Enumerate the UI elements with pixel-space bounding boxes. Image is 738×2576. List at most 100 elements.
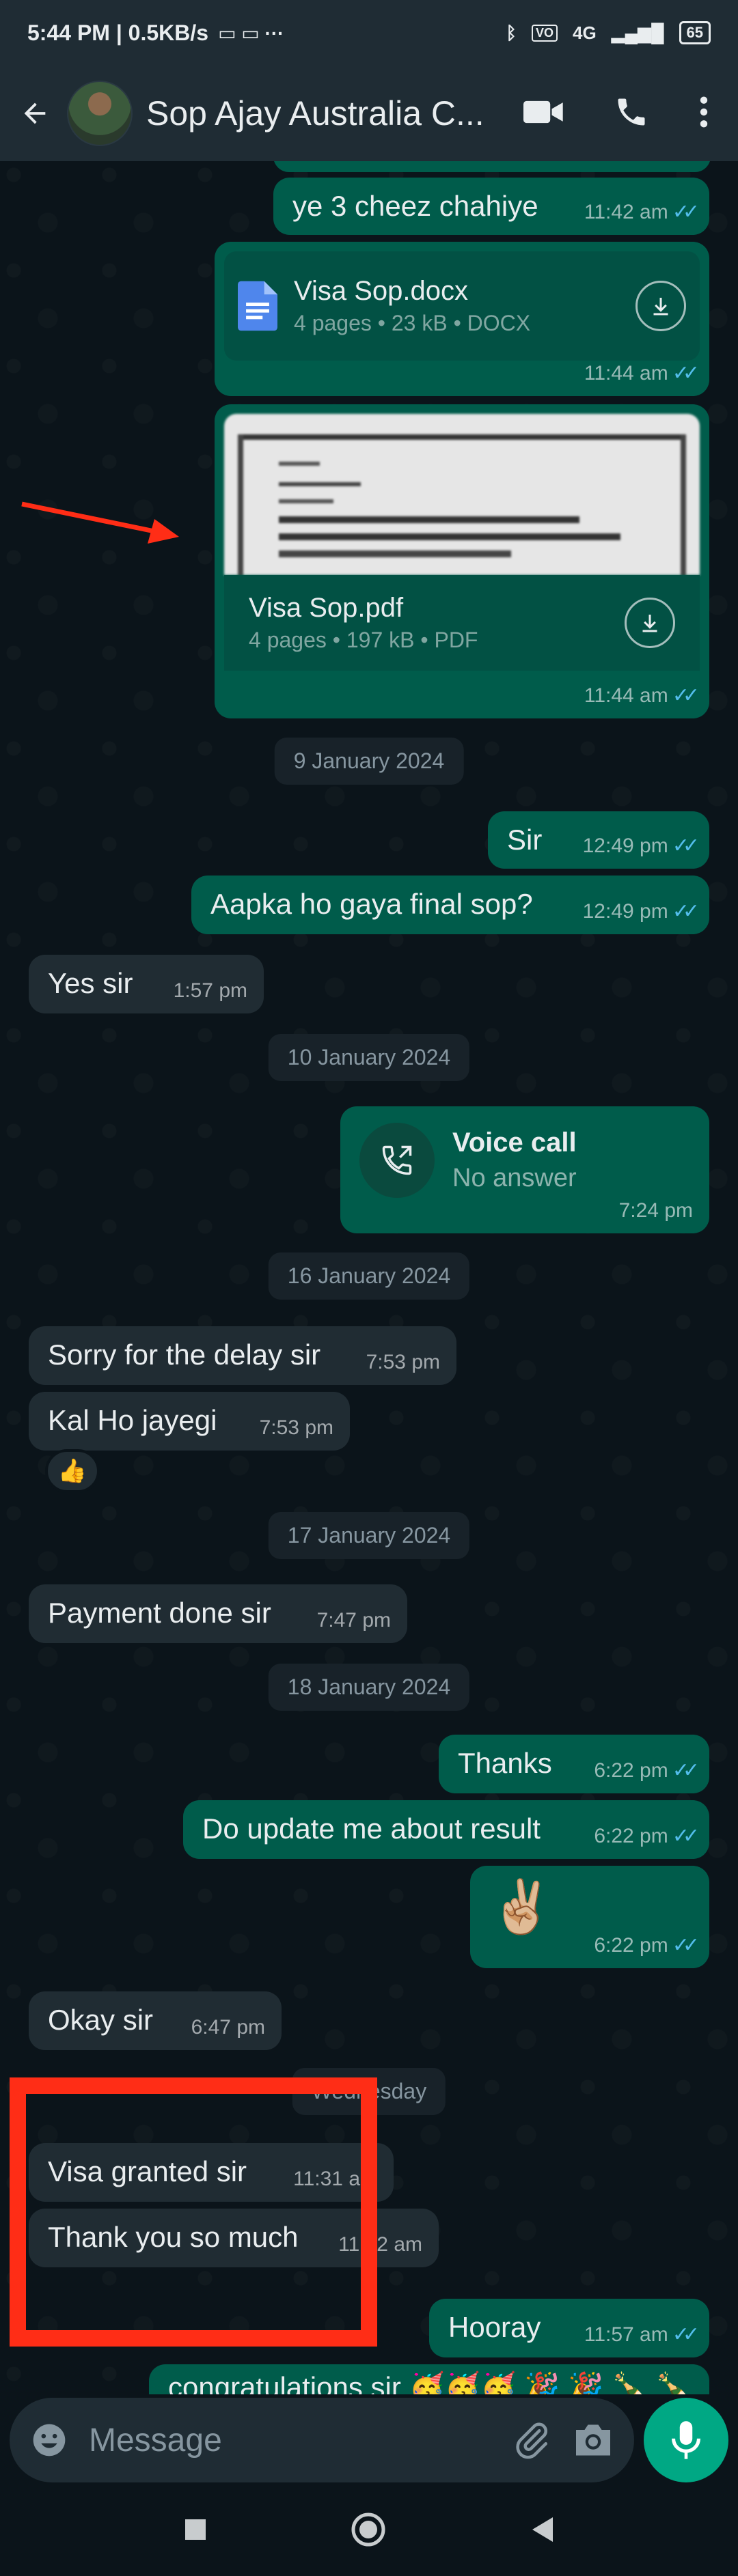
date-chip: 9 January 2024 [274, 738, 464, 785]
back-button[interactable] [530, 2516, 554, 2547]
message-text: Sorry for the delay sir [48, 1339, 321, 1371]
time-label: 6:22 pm [594, 1933, 668, 1957]
download-icon [653, 298, 668, 316]
message-input[interactable]: Message [10, 2398, 634, 2482]
message-text: ye 3 cheez chahiye [292, 190, 538, 222]
message-outgoing-partial[interactable]: congratulations sir 🥳🥳🥳 🎉 🎉 🍾 🍾 [149, 2364, 709, 2394]
message-incoming[interactable]: Okay sir 6:47 pm [29, 1991, 282, 2050]
read-ticks-icon: ✓✓ [672, 835, 700, 857]
message-time: 7:53 pm [259, 1416, 333, 1439]
message-outgoing[interactable]: ye 3 cheez chahiye 11:42 am ✓✓ [273, 178, 709, 235]
read-ticks-icon: ✓✓ [672, 362, 700, 384]
message-incoming[interactable]: Kal Ho jayegi 7:53 pm [29, 1392, 350, 1451]
microphone-icon [672, 2421, 700, 2459]
message-outgoing[interactable]: Hooray 11:57 am ✓✓ [429, 2299, 709, 2357]
document-name: Visa Sop.docx [294, 276, 468, 306]
document-name: Visa Sop.pdf [249, 593, 404, 623]
document-message-docx[interactable]: Visa Sop.docx 4 pages • 23 kB • DOCX 11:… [215, 242, 709, 396]
message-outgoing[interactable]: Thanks 6:22 pm ✓✓ [439, 1735, 709, 1793]
time-label: 12:49 pm [582, 899, 668, 923]
message-text: Payment done sir [48, 1597, 271, 1629]
call-icon-wrap [359, 1123, 435, 1198]
emoji-icon[interactable] [30, 2421, 68, 2459]
back-arrow-icon[interactable] [16, 95, 53, 132]
message-time: 12:49 pm ✓✓ [582, 899, 700, 923]
message-text: Sir [507, 824, 543, 856]
time-label: 11:57 am [584, 2323, 668, 2346]
date-chip: 18 January 2024 [268, 1664, 470, 1711]
message-incoming[interactable]: Payment done sir 7:47 pm [29, 1584, 407, 1643]
message-text: Okay sir [48, 2004, 154, 2036]
document-meta: 4 pages • 197 kB • PDF [249, 628, 478, 652]
document-message-pdf[interactable]: Visa Sop.pdf 4 pages • 197 kB • PDF 11:4… [215, 404, 709, 718]
status-right: ᛒ VO 4G ▂▄▆█ 65 [506, 21, 711, 44]
message-time: 7:47 pm [316, 1609, 391, 1632]
date-chip: 17 January 2024 [268, 1512, 470, 1559]
read-ticks-icon: ✓✓ [672, 1759, 700, 1782]
status-time: 5:44 PM | 0.5KB/s [27, 20, 209, 45]
message-time: 11:57 am ✓✓ [584, 2323, 700, 2347]
avatar[interactable] [67, 81, 133, 146]
attach-icon[interactable] [511, 2420, 552, 2461]
time-label: 6:22 pm [594, 1759, 668, 1782]
download-icon [642, 615, 657, 632]
read-ticks-icon: ✓✓ [672, 1825, 700, 1847]
message-time: 11:42 am ✓✓ [584, 200, 700, 224]
doc-file-icon [238, 281, 277, 331]
call-status: No answer [452, 1164, 577, 1192]
message-incoming[interactable]: Yes sir 1:57 pm [29, 955, 264, 1013]
annotation-arrow-icon [21, 501, 179, 544]
message-time: 1:57 pm [173, 979, 247, 1002]
message-outgoing[interactable]: Sir 12:49 pm ✓✓ [488, 811, 709, 869]
message-time: 6:22 pm ✓✓ [594, 1933, 700, 1957]
time-label: 11:44 am [584, 684, 668, 707]
message-outgoing[interactable]: Do update me about result 6:22 pm ✓✓ [183, 1800, 709, 1859]
chat-header: Sop Ajay Australia C... [0, 66, 738, 161]
message-text: Aapka ho gaya final sop? [210, 888, 533, 920]
chat-area[interactable]: ye 3 cheez chahiye 11:42 am ✓✓ Visa Sop.d… [0, 161, 738, 2394]
time-label: 11:44 am [584, 361, 668, 384]
home-button[interactable] [351, 2512, 386, 2551]
message-text: congratulations sir 🥳🥳🥳 🎉 🎉 🍾 🍾 [168, 2371, 692, 2394]
camera-icon[interactable] [573, 2421, 614, 2459]
message-time: 7:53 pm [366, 1351, 440, 1373]
pdf-preview-thumbnail[interactable] [224, 414, 700, 575]
message-text: Yes sir [48, 967, 133, 999]
annotation-highlight-box [10, 2077, 377, 2347]
message-outgoing[interactable]: Aapka ho gaya final sop? 12:49 pm ✓✓ [191, 876, 709, 934]
message-placeholder[interactable]: Message [89, 2422, 491, 2459]
date-chip: 10 January 2024 [268, 1034, 470, 1081]
message-time: 12:49 pm ✓✓ [583, 834, 700, 858]
document-meta: 4 pages • 23 kB • DOCX [294, 311, 531, 335]
date-chip: 16 January 2024 [268, 1252, 470, 1300]
emoji-message: ✌🏼 [489, 1878, 554, 1936]
message-composer: Message [0, 2394, 738, 2486]
notification-icons: ▭ ▭ ··· [218, 22, 284, 44]
download-button[interactable] [636, 281, 686, 331]
battery-icon: 65 [679, 21, 711, 44]
document-card[interactable]: Visa Sop.pdf 4 pages • 197 kB • PDF [224, 575, 700, 671]
document-card[interactable]: Visa Sop.docx 4 pages • 23 kB • DOCX [224, 251, 700, 361]
read-ticks-icon: ✓✓ [672, 900, 700, 923]
message-outgoing[interactable]: ✌🏼 6:22 pm ✓✓ [470, 1866, 709, 1968]
voice-call-icon[interactable] [614, 94, 649, 133]
voice-record-button[interactable] [644, 2398, 728, 2482]
read-ticks-icon: ✓✓ [672, 1934, 700, 1957]
read-ticks-icon: ✓✓ [672, 2323, 700, 2346]
reaction-badge[interactable]: 👍 [45, 1449, 100, 1493]
more-options-icon[interactable] [698, 94, 709, 133]
download-button[interactable] [625, 598, 675, 648]
message-time: 11:44 am ✓✓ [584, 684, 700, 708]
read-ticks-icon: ✓✓ [672, 684, 700, 707]
message-incoming[interactable]: Sorry for the delay sir 7:53 pm [29, 1326, 456, 1385]
vowifi-icon: VO [531, 24, 558, 42]
chat-title[interactable]: Sop Ajay Australia C... [146, 94, 502, 133]
time-label: 6:22 pm [594, 1824, 668, 1847]
video-call-icon[interactable] [523, 97, 564, 130]
read-ticks-icon: ✓✓ [672, 201, 700, 223]
message-text: Thanks [458, 1747, 552, 1779]
network-label: 4G [572, 22, 597, 43]
message-text: Hooray [448, 2311, 541, 2343]
missed-voice-call-message[interactable]: Voice call No answer 7:24 pm [340, 1106, 709, 1233]
recents-button[interactable] [184, 2518, 207, 2545]
